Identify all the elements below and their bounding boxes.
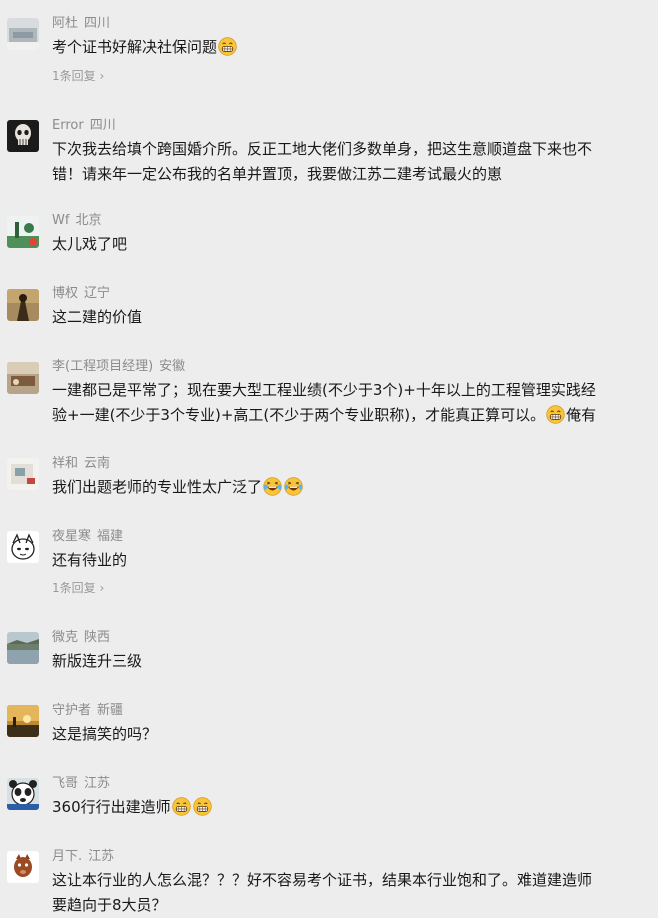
chevron-right-icon: › [95,69,105,83]
commenter-region: 福建 [97,529,124,544]
avatar[interactable] [7,851,39,883]
commenter-name[interactable]: 夜星寒 [52,529,91,544]
comment-meta: 阿杜 四川 [52,16,110,32]
comment-text: 我们出题老师的专业性太广泛了 [52,475,652,500]
grin-face-icon [218,37,237,56]
comment-text: 还有待业的 [52,551,128,569]
comment-meta: Error 四川 [52,118,116,134]
commenter-name[interactable]: 微克 [52,630,78,645]
chevron-right-icon: › [95,581,105,595]
comment-meta: 李(工程项目经理) 安徽 [52,359,185,375]
commenter-region: 北京 [75,213,102,228]
avatar[interactable] [7,120,39,152]
avatar[interactable] [7,531,39,563]
grin-face-icon [172,797,191,816]
commenter-region: 四川 [84,16,111,31]
comment-text: 一建都已是平常了；现在要大型工程业绩(不少于3个)+十年以上的工程管理实践经 验… [52,381,597,424]
comment-meta: 祥和 云南 [52,456,110,472]
grin-face-icon [546,405,565,424]
commenter-region: 新疆 [97,703,124,718]
comment-text: 360行行出建造师 [52,795,652,820]
avatar[interactable] [7,632,39,664]
commenter-region: 陕西 [84,630,111,645]
avatar[interactable] [7,216,39,248]
commenter-name[interactable]: Error [52,118,84,133]
comment-meta: 夜星寒 福建 [52,529,123,545]
commenter-region: 云南 [84,456,111,471]
view-replies-link[interactable]: 1条回复 › [52,68,104,84]
avatar[interactable] [7,458,39,490]
avatar[interactable] [7,705,39,737]
avatar[interactable] [7,18,39,50]
commenter-region: 江苏 [84,776,111,791]
view-replies-link[interactable]: 1条回复 › [52,580,104,596]
commenter-region: 安徽 [159,359,186,374]
commenter-name[interactable]: 李(工程项目经理) [52,359,153,374]
commenter-region: 四川 [89,118,116,133]
comment-meta: 月下. 江苏 [52,849,114,865]
commenter-name[interactable]: 守护者 [52,703,91,718]
comment-meta: Wf 北京 [52,213,101,229]
comment-text: 新版连升三级 [52,652,143,670]
tears-of-joy-icon [284,477,303,496]
comment-meta: 守护者 新疆 [52,703,123,719]
tears-of-joy-icon [263,477,282,496]
comment-text: 这让本行业的人怎么混？？？好不容易考个证书，结果本行业饱和了。难道建造师 要趋向… [52,871,593,914]
comment-meta: 飞哥 江苏 [52,776,110,792]
commenter-name[interactable]: 博权 [52,286,78,301]
commenter-name[interactable]: 祥和 [52,456,78,471]
comment-meta: 微克 陕西 [52,630,110,646]
commenter-region: 辽宁 [84,286,111,301]
avatar[interactable] [7,778,39,810]
comment-text: 考个证书好解决社保问题 [52,35,652,60]
avatar[interactable] [7,289,39,321]
comment-text: 这是搞笑的吗？ [52,725,158,743]
comment-meta: 博权 辽宁 [52,286,110,302]
commenter-region: 江苏 [88,849,115,864]
comment-text: 太儿戏了吧 [52,235,128,253]
commenter-name[interactable]: 阿杜 [52,16,78,31]
commenter-name[interactable]: 月下. [52,849,82,864]
commenter-name[interactable]: 飞哥 [52,776,78,791]
comment-text: 下次我去给填个跨国婚介所。反正工地大佬们多数单身，把这生意顺道盘下来也不 错！请… [52,140,593,183]
comment-text: 这二建的价值 [52,308,143,326]
commenter-name[interactable]: Wf [52,213,69,228]
grin-face-icon [193,797,212,816]
avatar[interactable] [7,362,39,394]
